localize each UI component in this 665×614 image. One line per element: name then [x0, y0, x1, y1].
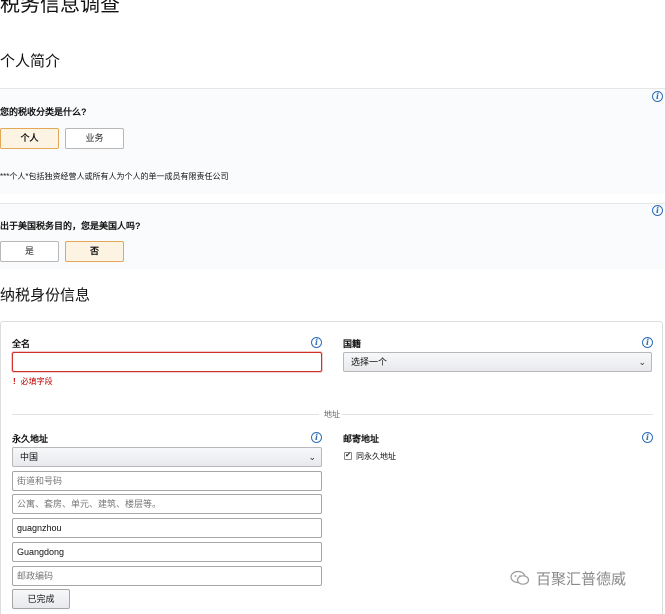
tax-classification-question: 您的税收分类是什么? — [0, 107, 87, 117]
option-individual-button[interactable]: 个人 — [0, 128, 59, 149]
required-field-error: ! 必填字段 — [13, 377, 53, 386]
nationality-selected-value: 选择一个 — [351, 357, 388, 367]
info-icon[interactable]: i — [642, 337, 653, 348]
page-title: 税务信息调查 — [0, 0, 120, 16]
street-input[interactable]: 街道和号码 — [12, 471, 322, 491]
watermark-text: 百聚汇普德威 — [536, 571, 627, 588]
option-yes-button[interactable]: 是 — [0, 241, 59, 262]
section-title-tax-identity: 纳税身份信息 — [0, 287, 91, 304]
same-as-permanent-label: 同永久地址 — [356, 452, 396, 461]
chevron-down-icon: ⌄ — [638, 357, 646, 367]
required-field-text: 必填字段 — [20, 377, 53, 386]
info-icon[interactable]: i — [311, 432, 322, 443]
permanent-address-label: 永久地址 — [12, 434, 49, 444]
address-divider-line — [342, 414, 653, 415]
section-title-profile: 个人简介 — [0, 53, 61, 70]
province-input[interactable]: Guangdong — [12, 542, 322, 562]
individual-definition-note: ***个人*包括独资经营人或所有人为个人的单一成员有限责任公司 — [0, 172, 229, 181]
info-icon[interactable]: i — [652, 205, 663, 216]
info-icon[interactable]: i — [642, 432, 653, 443]
info-icon[interactable]: i — [311, 337, 322, 348]
city-input[interactable]: guagnzhou — [12, 518, 322, 538]
done-button[interactable]: 已完成 — [12, 589, 70, 609]
address-divider-line — [12, 414, 319, 415]
same-as-permanent-checkbox[interactable]: ✔ — [344, 452, 352, 460]
full-name-input[interactable] — [12, 352, 322, 372]
country-selected-value: 中国 — [20, 452, 39, 462]
info-icon[interactable]: i — [652, 91, 663, 102]
full-name-label: 全名 — [12, 339, 31, 349]
address-divider-label: 地址 — [322, 409, 342, 420]
option-no-button[interactable]: 否 — [65, 241, 124, 262]
wechat-icon — [510, 570, 530, 590]
unit-input[interactable]: 公寓、套房、单元、建筑、楼层等。 — [12, 494, 322, 514]
nationality-label: 国籍 — [343, 339, 362, 349]
mailing-address-label: 邮寄地址 — [343, 434, 380, 444]
us-person-question: 出于美国税务目的，您是美国人吗? — [0, 221, 141, 231]
option-business-button[interactable]: 业务 — [65, 128, 124, 149]
nationality-select[interactable]: 选择一个 ⌄ — [343, 352, 652, 372]
postal-code-input[interactable]: 邮政编码 — [12, 566, 322, 586]
chevron-down-icon: ⌄ — [308, 452, 316, 462]
country-select[interactable]: 中国 ⌄ — [12, 447, 322, 467]
watermark: 百聚汇普德威 — [510, 568, 626, 590]
